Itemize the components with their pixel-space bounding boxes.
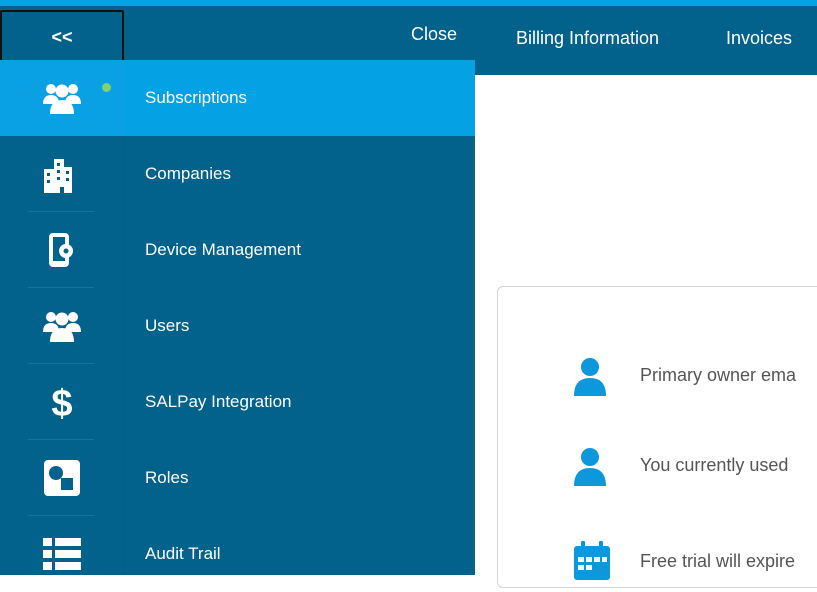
sidebar-item-subscriptions[interactable]: Subscriptions — [0, 60, 475, 136]
svg-text:$: $ — [51, 383, 72, 422]
close-button[interactable]: Close — [411, 24, 457, 45]
dollar-icon: $ — [0, 364, 124, 440]
sidebar-item-label: Roles — [145, 468, 189, 487]
sidebar-item-salpay-integration[interactable]: $ SALPay Integration — [0, 364, 475, 440]
sidebar-item-label: Users — [145, 316, 190, 335]
mobile-gear-icon — [0, 212, 124, 288]
free-trial-expiry-text: Free trial will expire — [640, 551, 796, 571]
roles-icon — [0, 440, 124, 516]
subscription-info-card — [497, 286, 817, 588]
user-icon — [572, 446, 608, 486]
sidebar-menu: Subscriptions Companies Device Managemen — [0, 60, 475, 575]
users-group-icon — [0, 288, 124, 364]
user-icon — [572, 356, 608, 396]
sidebar-item-label: SALPay Integration — [145, 392, 292, 411]
building-icon — [0, 136, 124, 212]
list-icon — [0, 516, 124, 592]
tab-invoices[interactable]: Invoices — [726, 28, 792, 49]
sidebar-item-companies[interactable]: Companies — [0, 136, 475, 212]
users-group-icon — [0, 60, 124, 136]
sidebar-item-audit-trail[interactable]: Audit Trail — [0, 516, 475, 592]
collapse-sidebar-button[interactable]: << — [0, 10, 124, 65]
usage-text: You currently used — [640, 455, 789, 475]
sidebar-item-users[interactable]: Users — [0, 288, 475, 364]
sidebar-item-label: Subscriptions — [145, 88, 248, 107]
sidebar-item-device-management[interactable]: Device Management — [0, 212, 475, 288]
sidebar-item-label: Audit Trail — [145, 544, 221, 563]
sidebar-item-label: Companies — [145, 164, 231, 183]
sidebar-item-roles[interactable]: Roles — [0, 440, 475, 516]
primary-owner-email-text: Primary owner ema — [640, 365, 797, 385]
tab-billing-information[interactable]: Billing Information — [516, 28, 659, 49]
sidebar-item-label: Device Management — [145, 240, 301, 259]
status-dot — [102, 83, 111, 92]
calendar-icon — [572, 540, 610, 580]
